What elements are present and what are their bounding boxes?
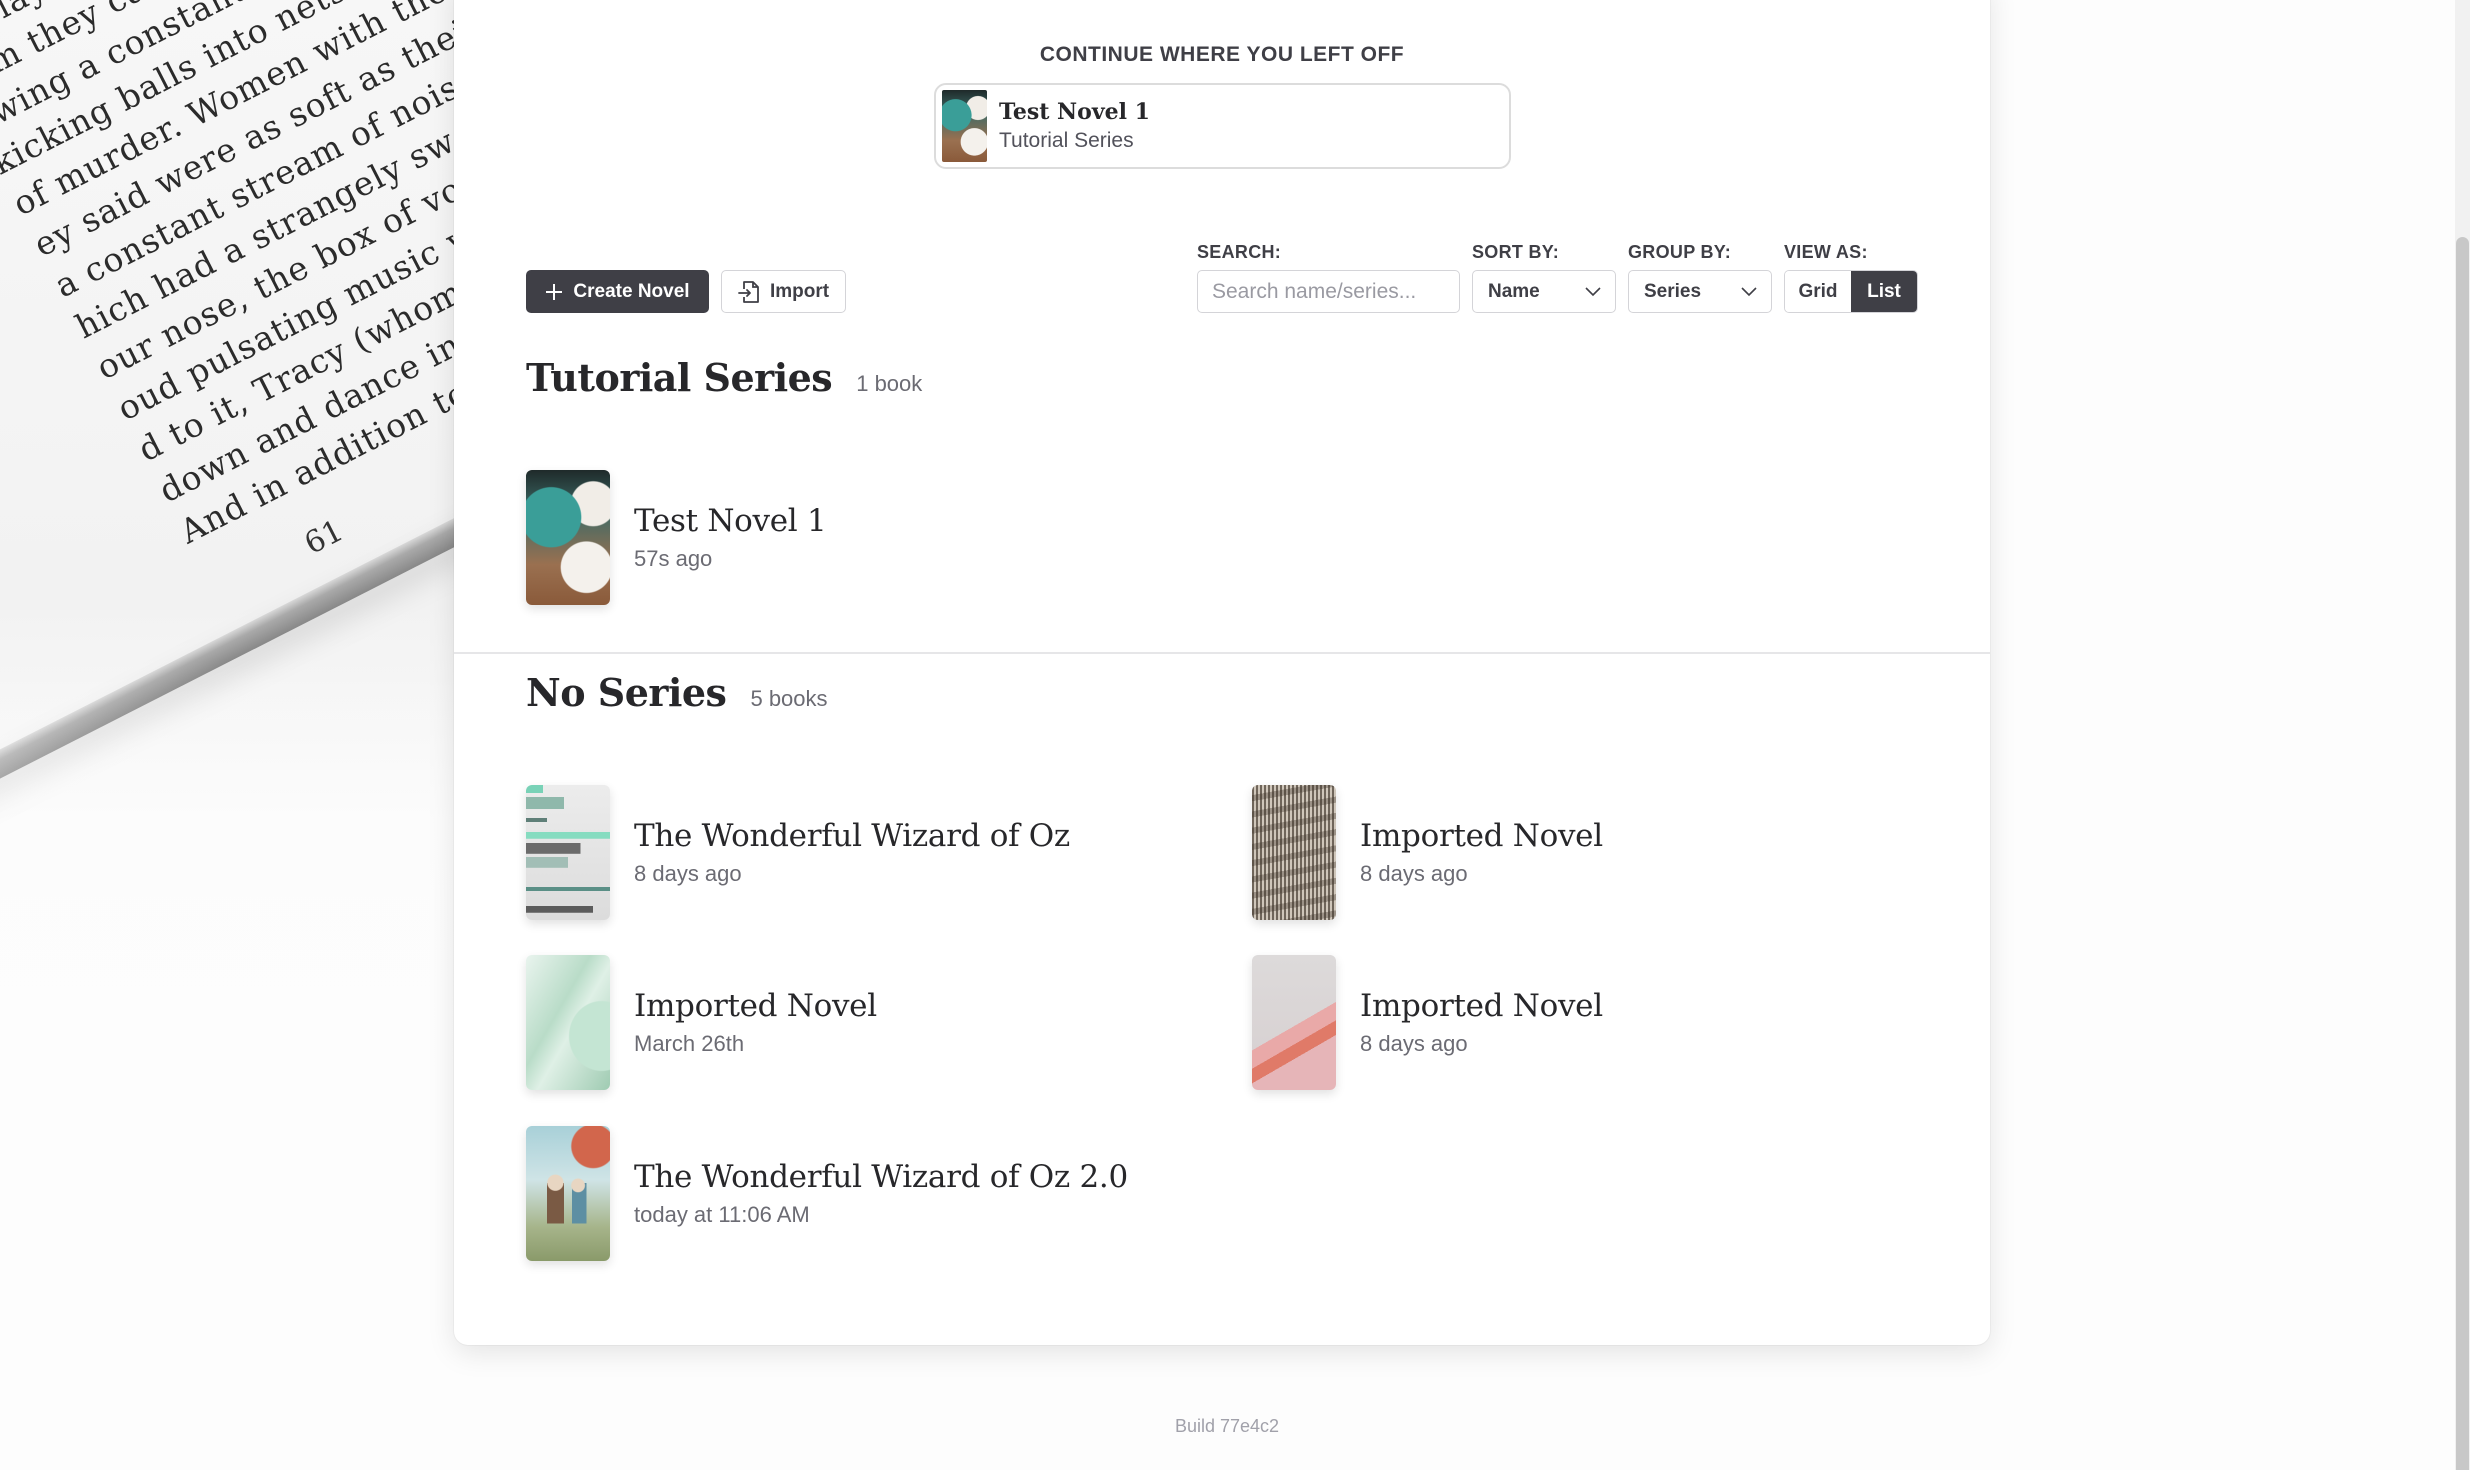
group-title: No Series xyxy=(526,670,727,715)
book-item[interactable]: Imported Novel 8 days ago xyxy=(1252,955,1932,1090)
group-select[interactable]: Series xyxy=(1628,270,1772,313)
page-scrollbar[interactable] xyxy=(2455,0,2470,1470)
plus-icon xyxy=(546,283,563,300)
continue-heading: CONTINUE WHERE YOU LEFT OFF xyxy=(1039,43,1405,66)
book-item[interactable]: The Wonderful Wizard of Oz 8 days ago xyxy=(526,785,1206,920)
book-title: Test Novel 1 xyxy=(634,502,827,539)
book-title: Imported Novel xyxy=(1360,987,1603,1024)
search-label: SEARCH: xyxy=(1197,242,1282,262)
group-header: Tutorial Series 1 book xyxy=(526,355,922,400)
group-divider xyxy=(454,652,1990,654)
view-label: VIEW AS: xyxy=(1784,242,1868,262)
file-import-icon xyxy=(738,280,759,303)
background-fade xyxy=(0,0,470,1100)
book-updated: 8 days ago xyxy=(634,860,742,886)
book-updated: 57s ago xyxy=(634,545,713,571)
book-cover-image xyxy=(526,785,610,920)
group-value: Series xyxy=(1644,280,1702,302)
continue-book-card[interactable]: Test Novel 1 Tutorial Series xyxy=(934,83,1511,169)
book-title: The Wonderful Wizard of Oz xyxy=(634,817,1070,854)
import-label: Import xyxy=(769,280,830,302)
create-novel-label: Create Novel xyxy=(573,280,690,302)
book-cover-image xyxy=(526,1126,610,1261)
sort-select[interactable]: Name xyxy=(1472,270,1616,313)
background-book-photo: d there w... not going on. whirring el..… xyxy=(0,0,470,1100)
book-title: Imported Novel xyxy=(1360,817,1603,854)
continue-book-series: Tutorial Series xyxy=(999,129,1134,152)
create-novel-button[interactable]: Create Novel xyxy=(526,270,709,313)
scrollbar-thumb[interactable] xyxy=(2456,237,2469,1470)
book-item[interactable]: Imported Novel March 26th xyxy=(526,955,1206,1090)
book-updated: today at 11:06 AM xyxy=(634,1201,810,1227)
group-title: Tutorial Series xyxy=(526,355,833,400)
build-info: Build 77e4c2 xyxy=(1174,1416,1280,1436)
search-input[interactable] xyxy=(1197,270,1460,313)
book-updated: March 26th xyxy=(634,1030,745,1056)
book-cover-image xyxy=(526,470,610,605)
book-cover-image xyxy=(1252,785,1336,920)
chevron-down-icon xyxy=(1741,286,1757,296)
book-title: Imported Novel xyxy=(634,987,877,1024)
import-button[interactable]: Import xyxy=(721,270,846,313)
library-panel: CONTINUE WHERE YOU LEFT OFF Test Novel 1… xyxy=(454,0,1990,1345)
book-item[interactable]: Imported Novel 8 days ago xyxy=(1252,785,1932,920)
book-updated: 8 days ago xyxy=(1360,860,1468,886)
view-toggle: Grid List xyxy=(1784,270,1918,313)
clipped-intro-text xyxy=(684,0,1784,2)
book-cover-image xyxy=(1252,955,1336,1090)
book-title: The Wonderful Wizard of Oz 2.0 xyxy=(634,1158,1128,1195)
continue-book-title: Test Novel 1 xyxy=(999,99,1150,125)
sort-value: Name xyxy=(1488,280,1540,302)
view-grid-option[interactable]: Grid xyxy=(1785,271,1851,312)
group-label: GROUP BY: xyxy=(1628,242,1732,262)
book-updated: 8 days ago xyxy=(1360,1030,1468,1056)
sort-label: SORT BY: xyxy=(1472,242,1560,262)
group-count: 1 book xyxy=(856,371,923,396)
book-item[interactable]: Test Novel 1 57s ago xyxy=(526,470,1206,605)
book-item[interactable]: The Wonderful Wizard of Oz 2.0 today at … xyxy=(526,1126,1206,1261)
book-cover-image xyxy=(526,955,610,1090)
book-cover-image xyxy=(942,90,987,162)
view-list-option[interactable]: List xyxy=(1851,271,1917,312)
group-count: 5 books xyxy=(750,686,828,711)
group-header: No Series 5 books xyxy=(526,670,828,715)
chevron-down-icon xyxy=(1585,286,1601,296)
